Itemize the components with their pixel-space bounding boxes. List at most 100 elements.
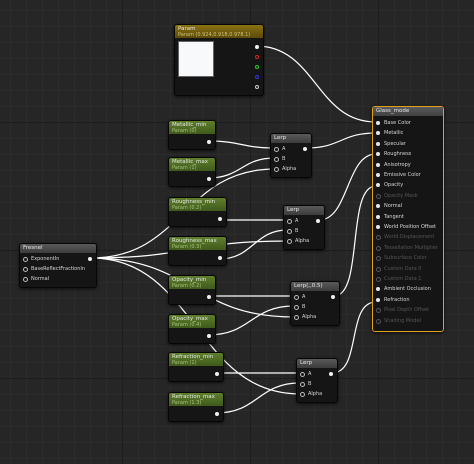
input-pin-icon[interactable]: [376, 121, 380, 125]
opacity-min-header[interactable]: Opacity_min Param (0.2): [169, 276, 215, 289]
opacity-max-header[interactable]: Opacity_max Param (0.4): [169, 315, 215, 328]
output-pin-icon[interactable]: [215, 412, 219, 416]
input-pin-icon[interactable]: [23, 277, 28, 282]
input-pin-icon[interactable]: [376, 287, 380, 292]
lerp-metallic-node[interactable]: Lerp A B Alpha: [270, 133, 312, 178]
material-pin-label: Specular: [384, 140, 406, 147]
output-pin-icon[interactable]: [207, 334, 211, 338]
input-pin-icon[interactable]: [376, 141, 380, 146]
opacity-min-node[interactable]: Opacity_min Param (0.2): [168, 275, 216, 305]
lerp-roughness-node[interactable]: Lerp A B Alpha: [283, 205, 325, 250]
param-header[interactable]: Param Param (0.924,0.918,0.978,1): [175, 25, 263, 38]
input-pin-icon[interactable]: [376, 183, 380, 188]
roughness-max-node[interactable]: Roughness_max Param (0.3): [168, 236, 227, 266]
output-pin-icon[interactable]: [255, 45, 259, 49]
roughness-min-header[interactable]: Roughness_min Param (0.2): [169, 198, 226, 211]
input-pin-icon[interactable]: [376, 256, 381, 262]
input-pin-icon[interactable]: [287, 219, 292, 224]
metallic-max-node[interactable]: Metallic_max Param (1): [168, 157, 216, 187]
output-pin-icon[interactable]: [316, 219, 320, 223]
lerp-refraction-header[interactable]: Lerp: [297, 359, 337, 368]
wire-connection[interactable]: [333, 185, 377, 297]
roughness-max-header[interactable]: Roughness_max Param (0.3): [169, 237, 226, 250]
input-pin-icon[interactable]: [376, 193, 381, 199]
lerp-roughness-pin-b: B: [295, 228, 299, 234]
input-pin-icon[interactable]: [376, 308, 381, 314]
lerp-refraction-title: Lerp: [300, 360, 313, 366]
output-pin-icon[interactable]: [329, 372, 333, 376]
input-pin-icon[interactable]: [376, 277, 381, 282]
output-pin-icon[interactable]: [88, 257, 92, 261]
input-pin-icon[interactable]: [376, 266, 381, 272]
param-vector-node[interactable]: Param Param (0.924,0.918,0.978,1): [174, 24, 264, 96]
fresnel-node[interactable]: Fresnel ExponentIn BaseReflectFractionIn…: [19, 243, 97, 288]
lerp-metallic-header[interactable]: Lerp: [271, 134, 311, 143]
refraction-max-node[interactable]: Refraction_max Param (1.3): [168, 392, 224, 422]
wire-connection[interactable]: [207, 157, 276, 179]
blue-channel-pin-icon[interactable]: [255, 75, 259, 79]
input-pin-icon[interactable]: [23, 267, 28, 272]
input-pin-icon[interactable]: [300, 392, 305, 397]
output-pin-icon[interactable]: [303, 147, 307, 151]
lerp-opacity-node[interactable]: Lerp(,,0.5) A B Alpha: [290, 281, 340, 326]
output-pin-icon[interactable]: [218, 217, 222, 221]
input-pin-icon[interactable]: [294, 305, 299, 310]
input-pin-icon[interactable]: [376, 204, 380, 209]
wire-connection[interactable]: [318, 153, 377, 221]
input-pin-icon[interactable]: [376, 214, 380, 219]
alpha-channel-pin-icon[interactable]: [255, 85, 259, 89]
refraction-max-header[interactable]: Refraction_max Param (1.3): [169, 393, 223, 406]
output-pin-icon[interactable]: [218, 256, 222, 260]
metallic-min-header[interactable]: Metallic_min Param (0): [169, 121, 215, 134]
metallic-min-node[interactable]: Metallic_min Param (0): [168, 120, 216, 150]
input-pin-icon[interactable]: [376, 131, 380, 136]
input-pin-icon[interactable]: [376, 152, 380, 157]
input-pin-icon[interactable]: [376, 297, 380, 302]
input-pin-icon[interactable]: [294, 315, 299, 320]
input-pin-icon[interactable]: [300, 372, 305, 377]
input-pin-icon[interactable]: [376, 225, 380, 229]
output-pin-icon[interactable]: [331, 295, 335, 299]
output-pin-icon[interactable]: [215, 372, 219, 376]
lerp-opacity-header[interactable]: Lerp(,,0.5): [291, 282, 339, 291]
output-pin-icon[interactable]: [207, 177, 211, 181]
wire-connection[interactable]: [218, 229, 289, 260]
wire-connection[interactable]: [255, 45, 377, 123]
roughness-min-node[interactable]: Roughness_min Param (0.2): [168, 197, 227, 227]
output-pin-icon[interactable]: [207, 140, 211, 144]
input-pin-icon[interactable]: [287, 229, 292, 234]
input-pin-icon[interactable]: [376, 245, 381, 251]
green-channel-pin-icon[interactable]: [255, 65, 259, 69]
input-pin-icon[interactable]: [287, 239, 292, 244]
material-output-node[interactable]: Glass_mode Base Color Metallic Specular Rou…: [372, 106, 444, 332]
fresnel-pin-exponent: ExponentIn: [31, 256, 60, 262]
input-pin-icon[interactable]: [376, 318, 381, 324]
input-pin-icon[interactable]: [294, 295, 299, 300]
input-pin-icon[interactable]: [274, 147, 279, 152]
fresnel-header[interactable]: Fresnel: [20, 244, 96, 253]
output-pin-icon[interactable]: [207, 295, 211, 299]
refraction-min-node[interactable]: Refraction_min Param (1): [168, 352, 224, 382]
input-pin-icon[interactable]: [300, 382, 305, 387]
wire-connection[interactable]: [215, 382, 301, 414]
input-pin-icon[interactable]: [23, 257, 28, 262]
refraction-min-header[interactable]: Refraction_min Param (1): [169, 353, 223, 366]
input-pin-icon[interactable]: [274, 167, 279, 172]
material-pin-label: Subsurface Color: [384, 255, 427, 262]
wire-connection[interactable]: [305, 132, 377, 149]
metallic-max-header[interactable]: Metallic_max Param (1): [169, 158, 215, 171]
wire-connection[interactable]: [207, 140, 276, 149]
input-pin-icon[interactable]: [376, 162, 380, 167]
wire-connection[interactable]: [207, 305, 295, 336]
lerp-refraction-node[interactable]: Lerp A B Alpha: [296, 358, 338, 403]
lerp-metallic-pin-alpha: Alpha: [282, 166, 297, 172]
material-output-header[interactable]: Glass_mode: [373, 107, 443, 116]
roughness-max-subtitle: Param (0.3): [172, 244, 202, 250]
input-pin-icon[interactable]: [274, 157, 279, 162]
material-pin-label: Emissive Color: [384, 172, 421, 178]
red-channel-pin-icon[interactable]: [255, 55, 259, 59]
lerp-roughness-header[interactable]: Lerp: [284, 206, 324, 215]
input-pin-icon[interactable]: [376, 173, 380, 177]
opacity-max-node[interactable]: Opacity_max Param (0.4): [168, 314, 216, 344]
input-pin-icon[interactable]: [376, 235, 381, 241]
